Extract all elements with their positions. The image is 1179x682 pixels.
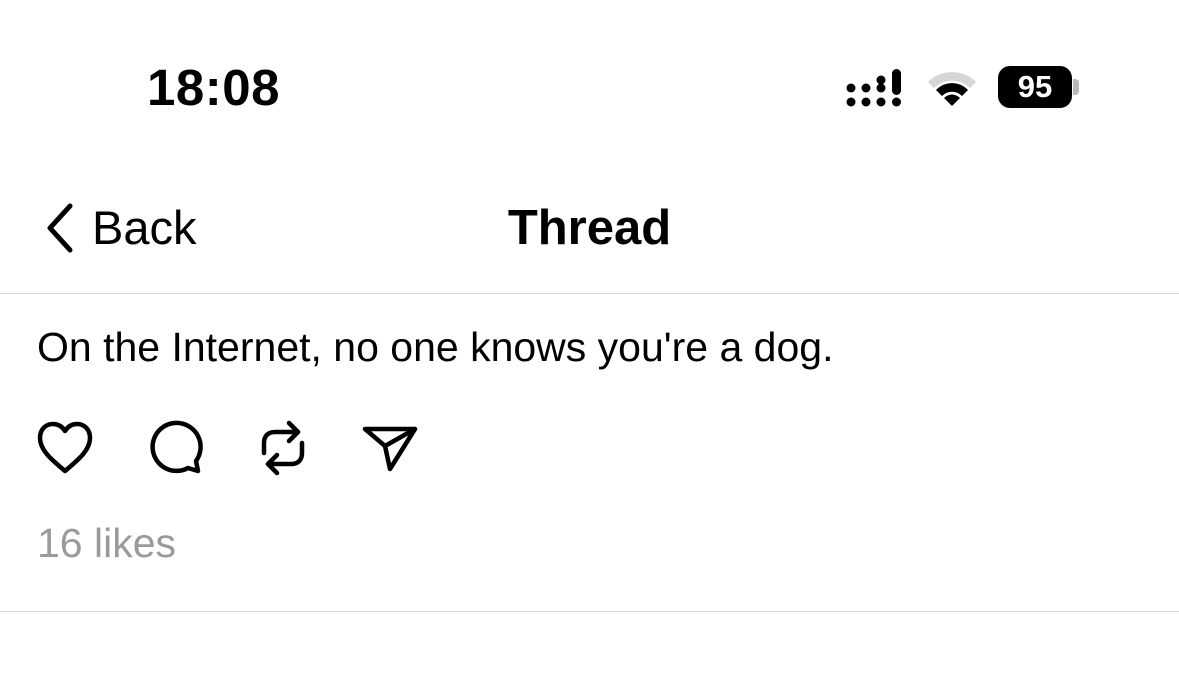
cellular-signal-icon — [846, 69, 901, 107]
thread-post: On the Internet, no one knows you're a d… — [0, 294, 1179, 612]
battery-cap — [1073, 79, 1079, 95]
wifi-icon — [928, 72, 976, 106]
status-bar: 18:08 95 — [0, 0, 1179, 150]
battery-percent: 95 — [998, 66, 1072, 108]
share-button[interactable] — [360, 417, 422, 479]
page-title: Thread — [507, 201, 672, 255]
navigation-bar: Back Thread — [0, 180, 1179, 294]
battery-indicator: 95 — [998, 66, 1084, 110]
status-time: 18:08 — [147, 59, 280, 116]
post-text: On the Internet, no one knows you're a d… — [37, 324, 834, 370]
like-button[interactable] — [34, 417, 96, 479]
like-count[interactable]: 16 likes — [37, 518, 176, 568]
reply-button[interactable] — [144, 417, 206, 479]
comment-icon — [150, 420, 203, 474]
repost-icon — [261, 420, 305, 476]
send-icon — [362, 426, 418, 472]
repost-button[interactable] — [252, 417, 314, 479]
heart-icon — [37, 421, 93, 474]
